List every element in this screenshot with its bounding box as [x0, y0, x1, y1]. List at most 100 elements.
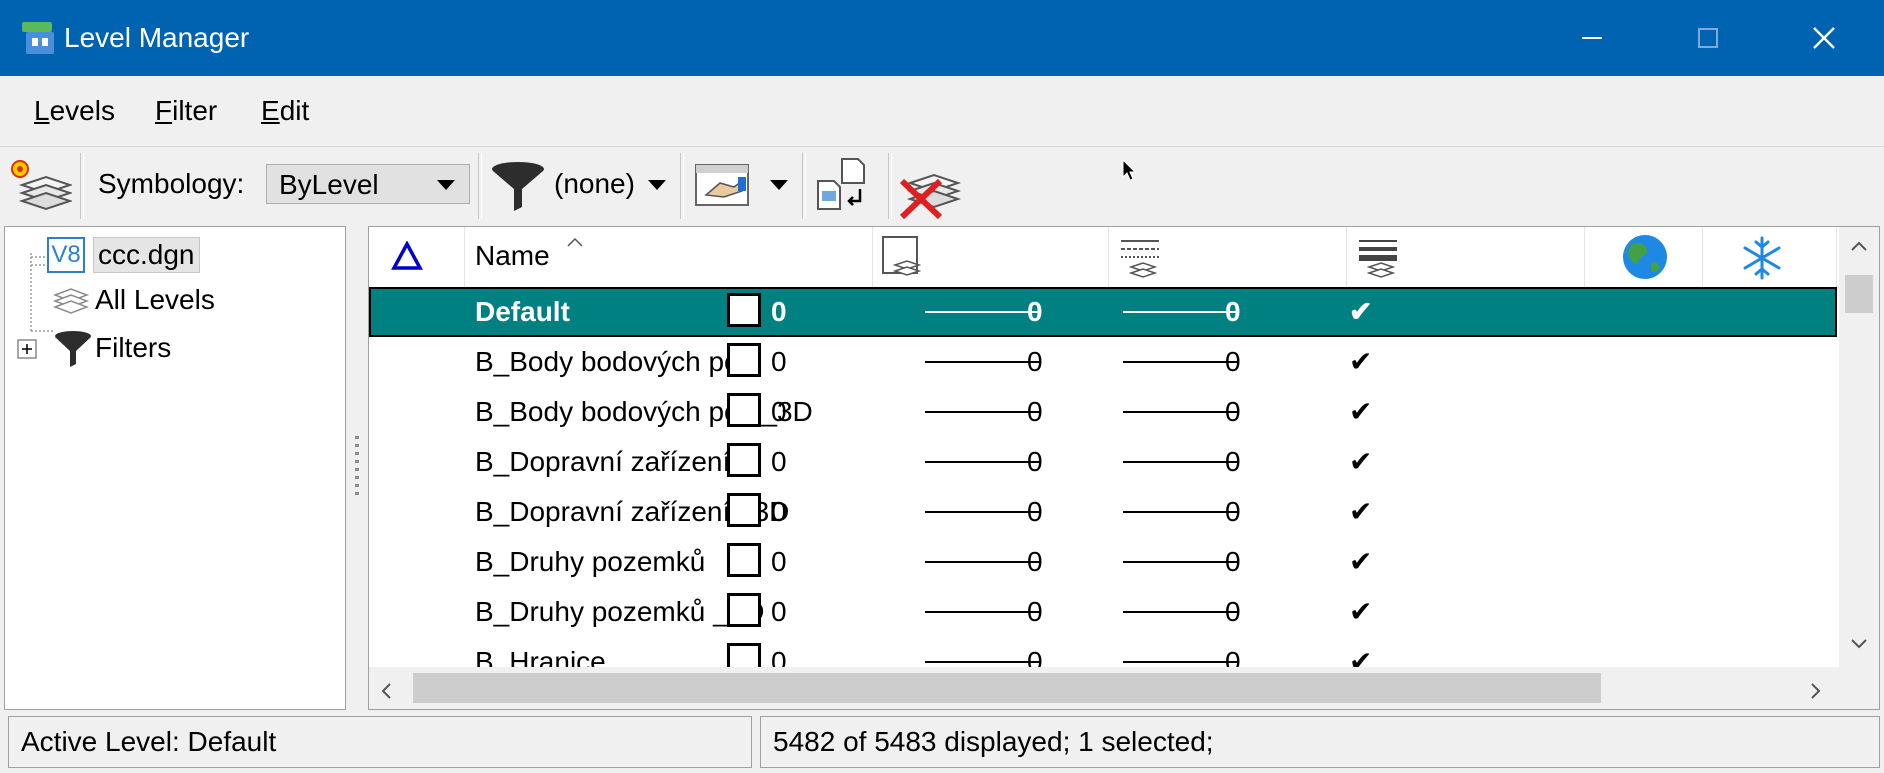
scroll-left-arrow-icon[interactable]: [379, 681, 393, 701]
levels-grid: Name Default 0 0 0 ✔ B_Body bodových pol…: [368, 226, 1880, 710]
table-row[interactable]: B_Body bodových polí _3D 0 0 0 ✔: [369, 387, 1837, 437]
color-swatch[interactable]: [727, 593, 761, 627]
toolbar-separator: [888, 153, 892, 219]
level-style-value: 0: [1027, 646, 1043, 667]
maximize-button[interactable]: [1650, 0, 1766, 76]
level-name: B_Hranice: [475, 646, 606, 667]
menu-edit[interactable]: Edit: [261, 94, 309, 128]
globe-icon: [1623, 235, 1667, 279]
global-display-check[interactable]: ✔: [1349, 495, 1372, 529]
splitter-grip: [355, 484, 359, 487]
color-swatch[interactable]: [727, 493, 761, 527]
color-swatch[interactable]: [727, 543, 761, 577]
color-swatch[interactable]: [727, 343, 761, 377]
minimize-button[interactable]: [1534, 0, 1650, 76]
global-display-check[interactable]: ✔: [1349, 595, 1372, 629]
horizontal-scrollbar[interactable]: [369, 667, 1839, 709]
color-swatch[interactable]: [727, 643, 761, 667]
level-style-value: 0: [1027, 546, 1043, 577]
line-weight-sample: [1123, 361, 1239, 363]
table-row[interactable]: B_Druhy pozemků _3D 0 0 0 ✔: [369, 587, 1837, 637]
menu-levels-mnemonic: L: [34, 95, 50, 126]
toolbar-separator: [802, 153, 806, 219]
column-line-style[interactable]: [1109, 227, 1347, 287]
snowflake-icon: [1743, 236, 1781, 280]
column-global-display[interactable]: [1585, 227, 1703, 287]
menu-levels[interactable]: Levels: [34, 94, 115, 128]
mouse-cursor-icon: [1122, 159, 1137, 181]
level-name: B_Body bodových polí _3D: [475, 396, 813, 427]
level-weight-value: 0: [1225, 346, 1241, 377]
global-display-check[interactable]: ✔: [1349, 295, 1372, 329]
close-button[interactable]: [1766, 0, 1882, 76]
toolbar: Symbology: ByLevel (none): [0, 147, 1884, 225]
level-name: B_Body bodových polí: [475, 346, 754, 377]
column-active[interactable]: [369, 227, 465, 287]
menu-filter[interactable]: Filter: [155, 94, 217, 128]
level-name: B_Dopravní zařízení: [475, 446, 731, 477]
scroll-down-arrow-icon[interactable]: [1849, 637, 1869, 651]
status-active-level: Active Level: Default: [8, 716, 752, 768]
chevron-down-icon[interactable]: [770, 180, 788, 190]
grid-rows: Default 0 0 0 ✔ B_Body bodových polí 0 0 0 ✔ B_Bod…: [369, 287, 1837, 667]
table-row[interactable]: B_Dopravní zařízení _3D 0 0 0 ✔: [369, 487, 1837, 537]
scroll-right-arrow-icon[interactable]: [1809, 681, 1823, 701]
level-weight-value: 0: [1225, 546, 1241, 577]
table-row[interactable]: B_Hranice 0 0 0 ✔: [369, 637, 1837, 667]
table-row[interactable]: B_Body bodových polí 0 0 0 ✔: [369, 337, 1837, 387]
level-color-value: 0: [771, 596, 787, 627]
vertical-scrollbar[interactable]: [1839, 227, 1879, 663]
minimize-icon: [1582, 37, 1602, 39]
global-display-check[interactable]: ✔: [1349, 545, 1372, 579]
level-color-value: 0: [771, 396, 787, 427]
line-weight-sample: [1123, 311, 1239, 313]
splitter-grip: [355, 476, 359, 479]
import-export-icon[interactable]: [816, 157, 876, 217]
column-color[interactable]: [873, 227, 1109, 287]
expand-plus-icon[interactable]: [17, 339, 39, 361]
edit-hand-icon[interactable]: [694, 161, 754, 213]
level-weight-value: 0: [1225, 596, 1241, 627]
table-row[interactable]: B_Druhy pozemků 0 0 0 ✔: [369, 537, 1837, 587]
line-style-sample: [925, 411, 1041, 413]
column-name-label: Name: [475, 240, 550, 271]
scroll-up-arrow-icon[interactable]: [1849, 239, 1869, 253]
menu-edit-mnemonic: E: [261, 95, 280, 126]
level-manager-window: Level Manager Levels Filter Edit Symbolo…: [0, 0, 1884, 773]
global-display-check[interactable]: ✔: [1349, 445, 1372, 479]
toolbar-separator: [478, 153, 482, 219]
level-name: B_Druhy pozemků: [475, 546, 706, 577]
window-title: Level Manager: [64, 22, 250, 53]
level-style-value: 0: [1027, 496, 1043, 527]
global-display-check[interactable]: ✔: [1349, 345, 1372, 379]
global-display-check[interactable]: ✔: [1349, 395, 1372, 429]
level-tree: V8 ccc.dgn All Levels Filters: [4, 226, 346, 710]
color-swatch[interactable]: [727, 293, 761, 327]
title-bar[interactable]: Level Manager: [0, 0, 1884, 76]
menu-filter-label: ilter: [172, 95, 218, 126]
column-name[interactable]: Name: [465, 227, 873, 287]
active-triangle-icon: [391, 241, 423, 270]
column-global-freeze[interactable]: [1703, 227, 1837, 287]
vertical-scroll-thumb[interactable]: [1845, 275, 1873, 313]
filter-value[interactable]: (none): [554, 167, 635, 201]
column-line-weight[interactable]: [1347, 227, 1585, 287]
line-weight-sample: [1123, 661, 1239, 663]
chevron-down-icon[interactable]: [648, 180, 666, 190]
table-row[interactable]: Default 0 0 0 ✔: [369, 287, 1837, 337]
symbology-dropdown[interactable]: ByLevel: [266, 164, 470, 204]
chevron-down-icon: [437, 180, 455, 190]
delete-level-icon[interactable]: [898, 159, 962, 219]
level-weight-value: 0: [1225, 296, 1241, 327]
color-swatch[interactable]: [727, 393, 761, 427]
color-swatch[interactable]: [727, 443, 761, 477]
symbology-value: ByLevel: [279, 169, 379, 200]
splitter-grip: [355, 452, 359, 455]
horizontal-scroll-thumb[interactable]: [413, 673, 1601, 703]
global-display-check[interactable]: ✔: [1349, 645, 1372, 667]
tree-all-levels-label: All Levels: [95, 284, 215, 315]
table-row[interactable]: B_Dopravní zařízení 0 0 0 ✔: [369, 437, 1837, 487]
new-level-icon[interactable]: [8, 155, 72, 215]
menu-edit-label: dit: [279, 95, 310, 126]
filter-funnel-icon[interactable]: [490, 159, 546, 215]
